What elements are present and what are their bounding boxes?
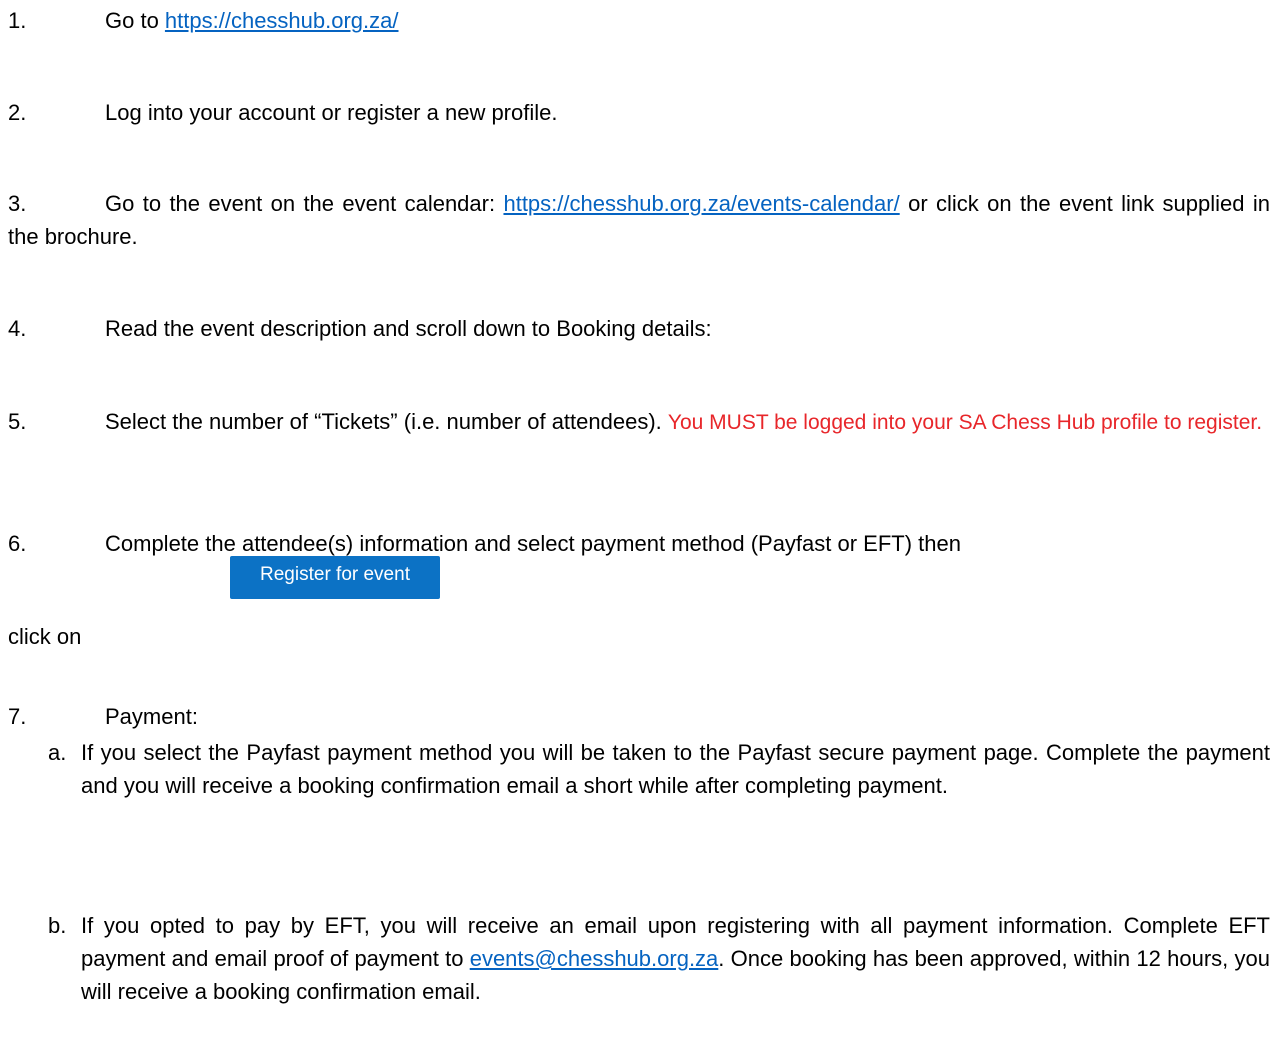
- step-5: 5. Select the number of “Tickets” (i.e. n…: [8, 405, 1270, 439]
- step-number: 4.: [8, 316, 27, 341]
- substep-text: If you select the Payfast payment method…: [81, 740, 1270, 798]
- substep-a: a. If you select the Payfast payment met…: [48, 736, 1270, 802]
- substep-text: If you opted to pay by EFT, you will rec…: [48, 909, 1270, 1008]
- click-on-text: click on: [8, 624, 82, 649]
- step-number: 5.: [8, 409, 27, 434]
- login-warning: You MUST be logged into your SA Chess Hu…: [667, 411, 1263, 434]
- chesshub-home-link[interactable]: https://chesshub.org.za/: [165, 8, 399, 33]
- step-1: 1. Go to https://chesshub.org.za/: [8, 4, 1270, 37]
- step-number: 2.: [8, 100, 27, 125]
- events-email-link[interactable]: events@chesshub.org.za: [470, 946, 719, 971]
- step-text: Select the number of “Tickets” (i.e. num…: [105, 409, 668, 434]
- events-calendar-link[interactable]: https://chesshub.org.za/events-calendar/: [503, 191, 899, 216]
- step-text: Read the event description and scroll do…: [105, 316, 712, 341]
- substep-letter: a.: [48, 740, 67, 765]
- step-number: 1.: [8, 8, 27, 33]
- step-number: 6.: [8, 531, 27, 556]
- step-text: Log into your account or register a new …: [105, 100, 558, 125]
- step-7: 7. Payment:: [8, 700, 1270, 733]
- step-number: 7.: [8, 704, 27, 729]
- step-text: Go to: [105, 8, 165, 33]
- substep-b: b. If you opted to pay by EFT, you will …: [48, 909, 1270, 1008]
- step-6: 6. Complete the attendee(s) information a…: [8, 527, 1270, 560]
- step-3: 3. Go to the event on the event calendar:…: [8, 187, 1270, 253]
- step-text: Complete the attendee(s) information and…: [105, 531, 961, 556]
- substep-letter: b.: [48, 913, 67, 938]
- step-text: Payment:: [105, 704, 198, 729]
- register-for-event-button[interactable]: Register for event: [230, 556, 440, 599]
- step-4: 4. Read the event description and scroll …: [8, 312, 1270, 345]
- step-number: 3.: [8, 191, 27, 216]
- step-6-click-on: click on: [8, 620, 1270, 653]
- step-text: Go to the event on the event calendar:: [105, 191, 504, 216]
- step-2: 2. Log into your account or register a ne…: [8, 96, 1270, 129]
